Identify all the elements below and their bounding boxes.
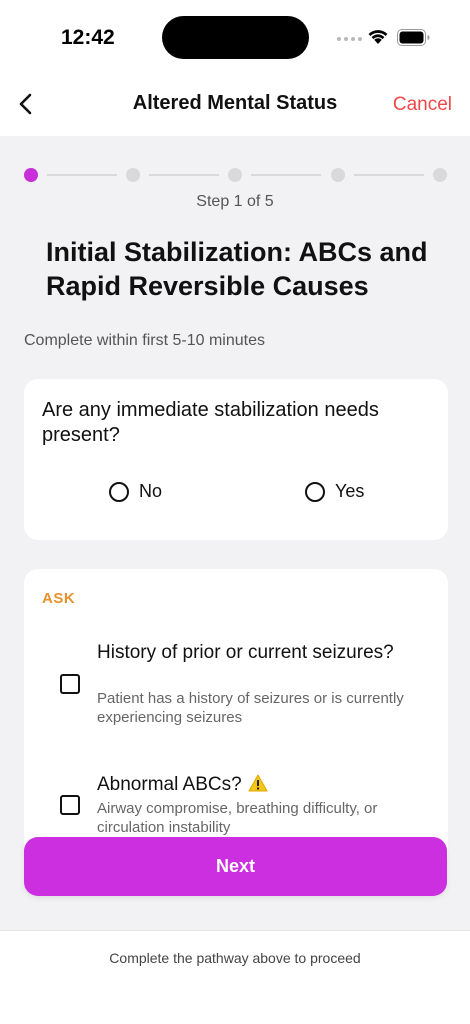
checklist-item-title-text: Abnormal ABCs? <box>97 774 242 795</box>
radio-label-no: No <box>139 481 163 501</box>
step-dot-3 <box>228 168 242 182</box>
cancel-button[interactable]: Cancel <box>393 94 452 116</box>
question-text: Are any immediate stabilization needs pr… <box>42 399 379 446</box>
checklist-item-title: History of prior or current seizures? <box>97 642 394 663</box>
app-screen: 12:42 Altered Mental Status Cancel Step … <box>0 0 470 1024</box>
step-connector <box>47 174 117 176</box>
footer-hint: Complete the pathway above to proceed <box>109 950 361 966</box>
next-button[interactable]: Next <box>24 837 447 896</box>
checkbox[interactable] <box>60 674 80 694</box>
page-subtitle: Complete within first 5-10 minutes <box>24 332 265 349</box>
step-label: Step 1 of 5 <box>196 193 274 210</box>
radio-option-no[interactable]: No <box>109 481 162 502</box>
checklist-item-description: Patient has a history of seizures or is … <box>97 690 404 726</box>
step-connector <box>149 174 219 176</box>
step-connector <box>354 174 424 176</box>
chevron-left-icon[interactable] <box>14 89 40 119</box>
status-bar: 12:42 <box>0 0 470 76</box>
cellular-dots-icon <box>337 37 362 41</box>
radio-option-yes[interactable]: Yes <box>305 481 364 502</box>
wifi-icon <box>368 30 388 44</box>
nav-title: Altered Mental Status <box>132 92 338 114</box>
checklist-item-seizures[interactable]: History of prior or current seizures? Pa… <box>24 641 448 731</box>
ask-checklist-card: ASK History of prior or current seizures… <box>24 569 448 869</box>
stabilization-question-card: Are any immediate stabilization needs pr… <box>24 379 448 540</box>
step-dot-1 <box>24 168 38 182</box>
step-connector <box>251 174 321 176</box>
warning-icon <box>248 774 268 792</box>
radio-label-yes: Yes <box>335 481 365 501</box>
dynamic-island <box>162 16 309 59</box>
step-dot-5 <box>433 168 447 182</box>
step-dot-4 <box>331 168 345 182</box>
progress-stepper <box>24 167 448 183</box>
radio-button[interactable] <box>305 481 325 502</box>
status-time: 12:42 <box>61 26 115 49</box>
step-dot-2 <box>126 168 140 182</box>
checkbox[interactable] <box>60 795 80 815</box>
checklist-item-title: Abnormal ABCs? <box>97 773 397 796</box>
navigation-bar: Altered Mental Status Cancel <box>0 76 470 136</box>
checklist-item-description: Airway compromise, breathing difficulty,… <box>97 800 378 836</box>
battery-icon <box>397 29 430 46</box>
footer-bar: Complete the pathway above to proceed <box>0 930 470 1024</box>
radio-button[interactable] <box>109 481 129 502</box>
section-label: ASK <box>42 590 76 607</box>
page-title: Initial Stabilization: ABCs and Rapid Re… <box>46 237 428 301</box>
